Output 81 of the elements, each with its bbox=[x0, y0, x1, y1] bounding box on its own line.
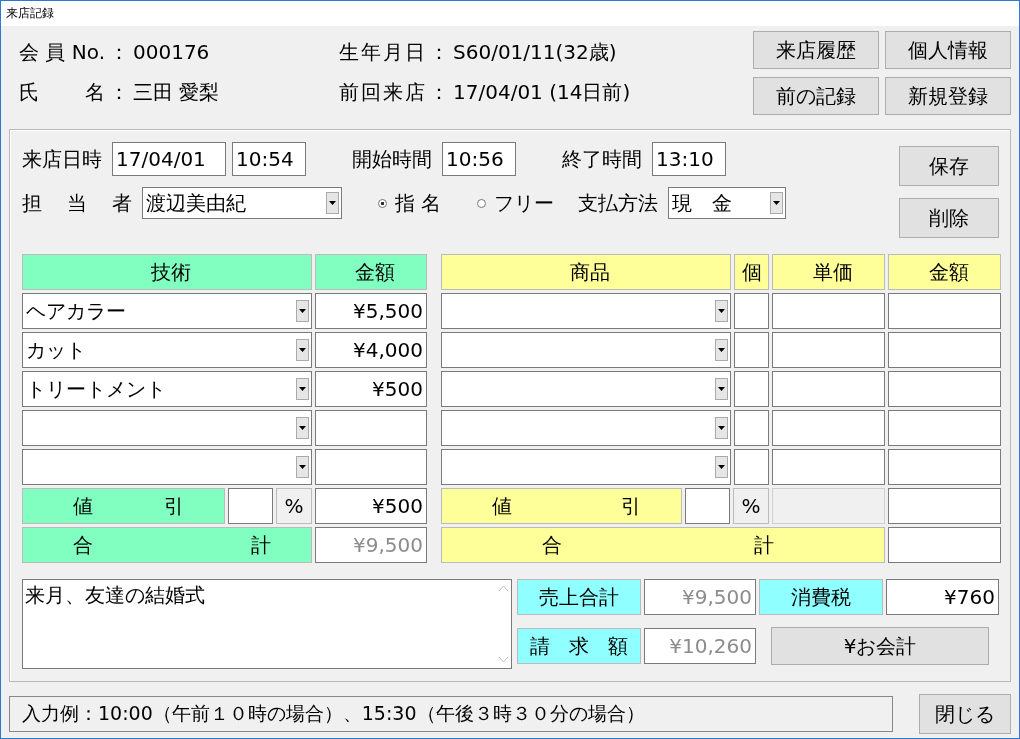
separator: ： bbox=[109, 38, 129, 66]
price-field[interactable] bbox=[772, 410, 885, 446]
amount-field: ¥500 bbox=[315, 371, 427, 407]
quantity-field[interactable] bbox=[734, 410, 769, 446]
unit-label: % bbox=[733, 488, 769, 524]
quantity-field[interactable] bbox=[734, 371, 769, 407]
billed-amount-field: ¥10,260 bbox=[644, 628, 756, 664]
service-dropdown[interactable] bbox=[22, 410, 312, 446]
price-field[interactable] bbox=[772, 449, 885, 485]
product-dropdown[interactable] bbox=[441, 410, 731, 446]
amount-field: ¥4,000 bbox=[315, 332, 427, 368]
unit-label: % bbox=[276, 488, 312, 524]
staff-dropdown[interactable]: 渡辺美由紀 bbox=[142, 187, 342, 219]
time-field[interactable]: 10:54 bbox=[232, 142, 306, 176]
product-dropdown[interactable] bbox=[441, 371, 731, 407]
field-label: 氏 名 bbox=[19, 78, 105, 106]
checkout-button[interactable]: ¥お会計 bbox=[771, 627, 989, 665]
field-value: S60/01/11(32歳) bbox=[453, 38, 617, 66]
separator: ： bbox=[109, 78, 129, 106]
product-dropdown[interactable] bbox=[441, 293, 731, 329]
date-field[interactable]: 17/04/01 bbox=[112, 142, 226, 176]
row-label: 合 計 bbox=[441, 527, 885, 563]
radio-option[interactable]: フリー bbox=[477, 189, 555, 217]
quantity-field[interactable] bbox=[734, 449, 769, 485]
price-field[interactable] bbox=[772, 371, 885, 407]
field-label: 請 求 額 bbox=[517, 628, 641, 664]
field-label: 消費税 bbox=[759, 579, 883, 615]
close-button[interactable]: 閉じる bbox=[919, 694, 1011, 734]
service-dropdown[interactable]: トリートメント bbox=[22, 371, 312, 407]
row-label: 合 計 bbox=[22, 527, 312, 563]
service-dropdown[interactable]: カット bbox=[22, 332, 312, 368]
time-field[interactable]: 13:10 bbox=[652, 142, 726, 176]
column-header: 技術 bbox=[22, 254, 312, 290]
quantity-field[interactable] bbox=[734, 332, 769, 368]
field-label: 終了時間 bbox=[562, 145, 642, 173]
product-dropdown[interactable] bbox=[441, 332, 731, 368]
time-field[interactable]: 10:56 bbox=[442, 142, 516, 176]
radio-option[interactable]: 指 名 bbox=[378, 189, 442, 217]
field-label: 会員No. bbox=[19, 38, 105, 66]
column-header: 単価 bbox=[772, 254, 885, 290]
field-value: 三田 愛梨 bbox=[133, 78, 220, 106]
header-button[interactable]: 新規登録 bbox=[885, 77, 1011, 115]
column-header: 金額 bbox=[315, 254, 427, 290]
field-value: 000176 bbox=[133, 40, 210, 64]
row-label: 値 引 bbox=[441, 488, 682, 524]
column-header: 個 bbox=[734, 254, 769, 290]
amount-field: ¥5,500 bbox=[315, 293, 427, 329]
quantity-field[interactable] bbox=[734, 293, 769, 329]
row-label: 値 引 bbox=[22, 488, 225, 524]
field-label: 来店日時 bbox=[22, 145, 102, 173]
memo-field[interactable]: 来月、友達の結婚式 bbox=[22, 579, 512, 669]
header-button[interactable]: 個人情報 bbox=[885, 31, 1011, 69]
field-label: 担 当 者 bbox=[22, 189, 132, 217]
service-dropdown[interactable]: ヘアカラー bbox=[22, 293, 312, 329]
column-header: 商品 bbox=[441, 254, 731, 290]
tax-field: ¥760 bbox=[886, 579, 999, 615]
payment-dropdown[interactable]: 現 金 bbox=[668, 187, 787, 219]
field-label: 支払方法 bbox=[578, 189, 659, 217]
percent-field[interactable] bbox=[228, 488, 273, 524]
field-label: 開始時間 bbox=[352, 145, 432, 173]
price-field[interactable] bbox=[772, 293, 885, 329]
sales-total-field: ¥9,500 bbox=[644, 579, 756, 615]
action-button[interactable]: 保存 bbox=[899, 146, 999, 186]
column-header: 金額 bbox=[888, 254, 1001, 290]
product-dropdown[interactable] bbox=[441, 449, 731, 485]
percent-field[interactable] bbox=[685, 488, 730, 524]
action-button[interactable]: 削除 bbox=[899, 198, 999, 238]
status-bar: 入力例：10:00（午前１０時の場合）、15:30（午後３時３０分の場合） bbox=[9, 696, 893, 732]
field-label: 前回来店 bbox=[339, 78, 425, 106]
service-dropdown[interactable] bbox=[22, 449, 312, 485]
separator: ： bbox=[429, 78, 449, 106]
header-button[interactable]: 前の記録 bbox=[753, 77, 879, 115]
price-field[interactable] bbox=[772, 332, 885, 368]
header-button[interactable]: 来店履歴 bbox=[753, 31, 879, 69]
total-amount: ¥9,500 bbox=[315, 527, 427, 563]
window-title: 来店記録 bbox=[6, 5, 54, 22]
field-label: 売上合計 bbox=[517, 579, 641, 615]
separator: ： bbox=[429, 38, 449, 66]
discount-amount: ¥500 bbox=[315, 488, 427, 524]
field-label: 生年月日 bbox=[339, 38, 425, 66]
field-value: 17/04/01 (14日前) bbox=[453, 78, 631, 106]
